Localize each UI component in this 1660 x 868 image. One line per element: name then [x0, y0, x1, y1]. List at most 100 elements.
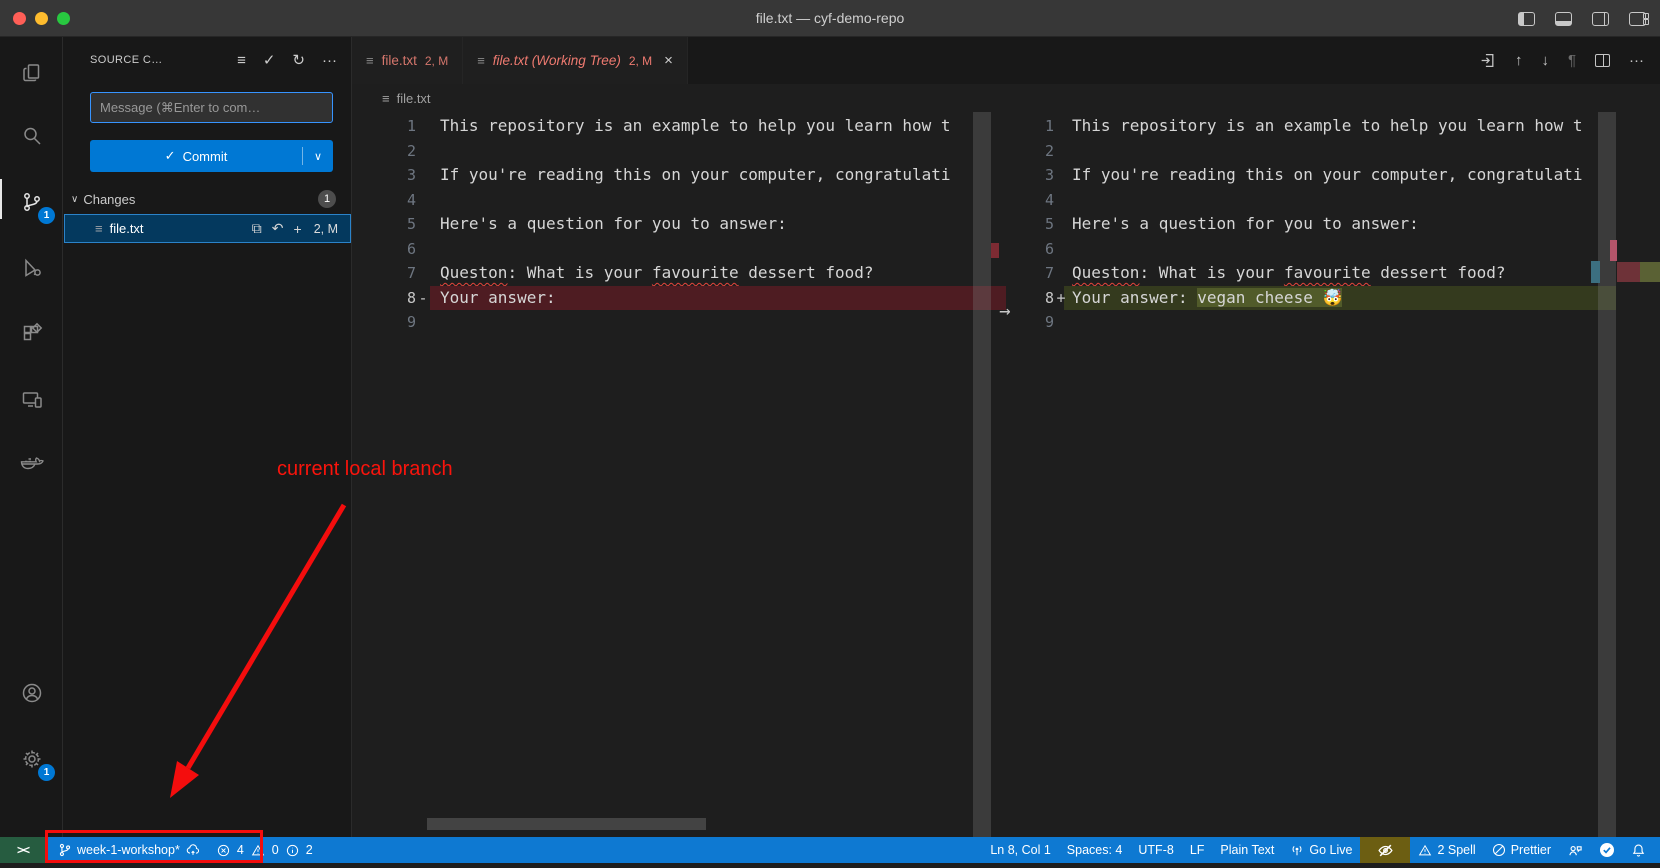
- broadcast-icon: [1290, 843, 1304, 857]
- code-line: 3If you're reading this on your computer…: [1016, 163, 1660, 188]
- status-check-button[interactable]: [1591, 837, 1623, 863]
- changes-count-badge: 1: [318, 190, 336, 208]
- open-file-icon[interactable]: ⧉: [252, 220, 262, 237]
- bell-icon: [1631, 843, 1646, 858]
- info-icon: [286, 844, 299, 857]
- changed-file-name: file.txt: [110, 221, 144, 236]
- source-control-icon[interactable]: 1: [0, 182, 63, 222]
- slash-circle-icon: [1492, 843, 1506, 857]
- prettier-button[interactable]: Prettier: [1484, 837, 1559, 863]
- close-window-button[interactable]: [13, 12, 26, 25]
- eol-sequence[interactable]: LF: [1182, 837, 1213, 863]
- next-change-icon[interactable]: ↓: [1541, 52, 1549, 69]
- settings-badge: 1: [38, 764, 55, 781]
- commit-button[interactable]: ✓ Commit ∨: [90, 140, 333, 172]
- tab-label: file.txt (Working Tree): [493, 53, 621, 68]
- previous-change-icon[interactable]: ↑: [1515, 52, 1523, 69]
- eye-off-icon: [1377, 842, 1394, 859]
- file-icon: ≡: [382, 91, 390, 106]
- diff-revert-arrow[interactable]: →: [993, 298, 1017, 324]
- diff-modified-pane[interactable]: 1This repository is an example to help y…: [1016, 112, 1660, 837]
- commit-message-input[interactable]: [90, 92, 333, 123]
- code-line: 5Here's a question for you to answer:: [1016, 212, 1660, 237]
- feedback-button[interactable]: [1559, 837, 1591, 863]
- refresh-icon[interactable]: ↻: [292, 51, 305, 69]
- notifications-button[interactable]: [1623, 837, 1654, 863]
- commit-button-label: Commit: [183, 149, 228, 164]
- encoding[interactable]: UTF-8: [1130, 837, 1181, 863]
- tab-problems-badge: 2, M: [629, 54, 652, 68]
- chevron-down-icon: ∨: [314, 150, 322, 163]
- search-icon[interactable]: [0, 116, 63, 156]
- more-actions-icon[interactable]: ···: [322, 52, 337, 69]
- overview-ruler-deleted-mark: [991, 243, 999, 258]
- source-control-sidebar: SOURCE C… ≡ ✓ ↻ ··· ✓ Commit ∨ ∨ Changes…: [63, 37, 352, 837]
- code-line: 2: [1016, 139, 1660, 164]
- added-line: 8+Your answer: vegan cheese 🤯: [1016, 286, 1660, 311]
- commit-check-icon[interactable]: ✓: [263, 51, 276, 69]
- split-editor-icon[interactable]: [1595, 54, 1610, 67]
- info-count: 2: [306, 843, 313, 857]
- toggle-whitespace-icon[interactable]: ¶: [1568, 52, 1576, 69]
- overview-ruler-added-mark: [1640, 262, 1660, 282]
- open-changes-icon[interactable]: [1479, 52, 1496, 69]
- file-status-badge: 2, M: [314, 222, 338, 236]
- left-scrollbar[interactable]: [973, 112, 991, 837]
- code-line: 6: [352, 237, 1006, 262]
- code-line: 2: [352, 139, 1006, 164]
- view-as-list-icon[interactable]: ≡: [237, 52, 246, 69]
- go-live-button[interactable]: Go Live: [1282, 837, 1360, 863]
- code-line: 6: [1016, 237, 1660, 262]
- code-line: 7Queston: What is your favourite dessert…: [1016, 261, 1660, 286]
- toggle-sidebar-icon[interactable]: [1518, 12, 1535, 26]
- customize-layout-icon[interactable]: [1629, 12, 1646, 26]
- tab-file-txt[interactable]: ≡ file.txt 2, M: [352, 37, 463, 84]
- expand-icon: ∨: [71, 194, 78, 205]
- horizontal-scrollbar[interactable]: [427, 818, 706, 830]
- overview-ruler-mark: [1610, 240, 1617, 261]
- remote-indicator[interactable]: ><: [0, 837, 46, 863]
- accounts-icon[interactable]: [0, 673, 63, 713]
- settings-gear-icon[interactable]: 1: [0, 739, 63, 779]
- tab-bar: ≡ file.txt 2, M ≡ file.txt (Working Tree…: [352, 37, 1660, 84]
- editor-more-actions-icon[interactable]: ···: [1629, 52, 1644, 69]
- explorer-icon[interactable]: [0, 53, 63, 93]
- traffic-lights: [13, 12, 70, 25]
- file-icon: ≡: [477, 53, 485, 68]
- toggle-secondary-sidebar-icon[interactable]: [1592, 12, 1609, 26]
- discard-changes-icon[interactable]: ↶: [272, 220, 284, 237]
- indentation[interactable]: Spaces: 4: [1059, 837, 1131, 863]
- tab-problems-badge: 2, M: [425, 54, 448, 68]
- close-tab-icon[interactable]: ×: [664, 52, 673, 69]
- docker-icon[interactable]: [0, 444, 63, 484]
- spell-problems-button[interactable]: 2 Spell: [1410, 837, 1483, 863]
- scm-changes-badge: 1: [38, 207, 55, 224]
- cursor-position[interactable]: Ln 8, Col 1: [982, 837, 1058, 863]
- vscode-window: file.txt — cyf-demo-repo 1: [0, 0, 1660, 868]
- overview-ruler-deleted-mark: [1617, 262, 1640, 282]
- stage-changes-icon[interactable]: +: [294, 221, 302, 237]
- extensions-icon[interactable]: [0, 314, 63, 354]
- language-mode[interactable]: Plain Text: [1212, 837, 1282, 863]
- right-scrollbar[interactable]: [1598, 112, 1616, 837]
- annotation-label: current local branch: [277, 458, 453, 481]
- warning-count: 0: [272, 843, 279, 857]
- changes-section-header[interactable]: ∨ Changes 1: [63, 186, 352, 212]
- zoom-window-button[interactable]: [57, 12, 70, 25]
- commit-dropdown-button[interactable]: ∨: [303, 140, 333, 172]
- run-debug-icon[interactable]: [0, 248, 63, 288]
- changed-file-row[interactable]: ≡ file.txt ⧉ ↶ + 2, M: [64, 214, 351, 243]
- code-line: 4: [352, 188, 1006, 213]
- breadcrumb[interactable]: ≡ file.txt: [352, 84, 1660, 112]
- spell-checker-off-button[interactable]: [1360, 837, 1410, 863]
- tab-label: file.txt: [382, 53, 417, 68]
- activity-bar: 1: [0, 37, 63, 837]
- code-line: 5Here's a question for you to answer:: [352, 212, 1006, 237]
- annotation-highlight-box: [45, 830, 263, 863]
- minimize-window-button[interactable]: [35, 12, 48, 25]
- warning-icon: [1418, 844, 1432, 857]
- remote-explorer-icon[interactable]: [0, 380, 63, 420]
- toggle-panel-icon[interactable]: [1555, 12, 1572, 26]
- editor-group: ≡ file.txt 2, M ≡ file.txt (Working Tree…: [352, 37, 1660, 837]
- tab-file-txt-working-tree[interactable]: ≡ file.txt (Working Tree) 2, M ×: [463, 37, 688, 84]
